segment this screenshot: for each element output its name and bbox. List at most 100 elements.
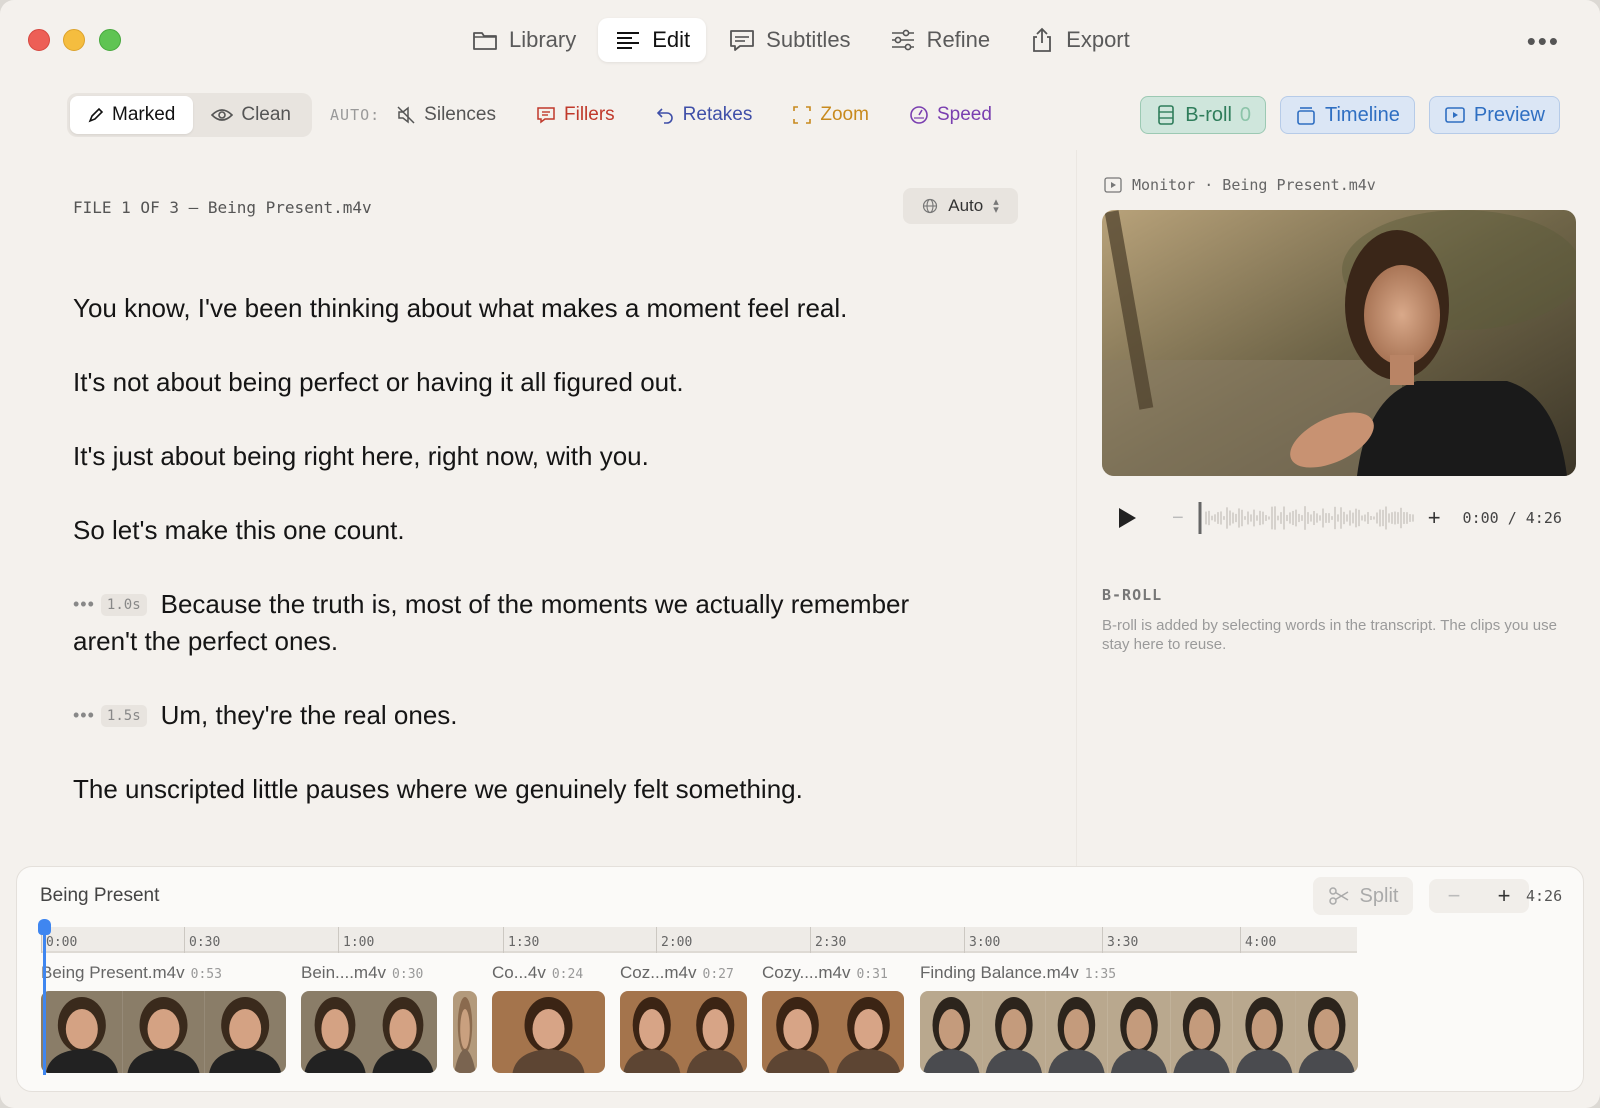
clip-duration: 1:35: [1084, 967, 1117, 982]
clip-thumbnail: [620, 991, 684, 1073]
broll-button[interactable]: B-roll 0: [1140, 96, 1267, 134]
preview-label: Preview: [1473, 103, 1545, 126]
film-icon: [1158, 105, 1175, 125]
clip-thumbnails: [920, 991, 1358, 1073]
clip-thumbnail: [492, 991, 605, 1073]
ruler-tick: 1:00: [338, 927, 374, 953]
clip-label: Bein....m4v 0:30: [301, 963, 423, 983]
silences-label: Silences: [424, 104, 496, 125]
transcript-paragraph[interactable]: It's not about being perfect or having i…: [73, 364, 973, 401]
clip-thumbnail: [41, 991, 123, 1073]
paragraph-text[interactable]: So let's make this one count.: [73, 515, 405, 545]
tab-export[interactable]: Export: [1012, 18, 1146, 62]
ruler-tick-label: 1:00: [343, 935, 375, 950]
zoom-out-waveform-button[interactable]: −: [1172, 507, 1184, 530]
monitor-label: Monitor · Being Present.m4v: [1104, 176, 1376, 194]
clip-thumbnails: [41, 991, 286, 1073]
transcript-paragraph[interactable]: ••• 1.0s Because the truth is, most of the…: [73, 586, 973, 660]
video-preview[interactable]: [1102, 210, 1576, 476]
retakes-button[interactable]: Retakes: [655, 104, 753, 126]
time-ruler[interactable]: 0:00 0:30 1:00 1:30 2:00 2:30 3:00 3:30 …: [41, 927, 1357, 953]
clip-duration: 0:53: [190, 967, 222, 982]
timeline-clip[interactable]: [920, 991, 1358, 1073]
clip-thumbnails: [492, 991, 605, 1073]
tab-label: Export: [1066, 27, 1130, 52]
clip-thumbnail: [920, 991, 983, 1073]
speed-button[interactable]: Speed: [909, 104, 992, 126]
frame-corners-icon: [793, 106, 812, 124]
clip-name: Bein....m4v: [301, 963, 387, 982]
zoom-in-waveform-button[interactable]: +: [1428, 505, 1441, 531]
zoom-button[interactable]: Zoom: [792, 104, 869, 126]
timeline-clip[interactable]: [492, 991, 605, 1073]
waveform-scrubber[interactable]: [1196, 500, 1414, 536]
fillers-label: Fillers: [564, 104, 615, 125]
lines-icon: [617, 32, 640, 49]
chevron-updown-icon: ▴ ▾: [993, 196, 999, 216]
file-header: FILE 1 OF 3 — Being Present.m4v: [73, 198, 372, 217]
minimize-window-button[interactable]: [63, 29, 85, 51]
language-select[interactable]: Auto ▴ ▾: [903, 188, 1018, 224]
split-button[interactable]: Split: [1313, 877, 1413, 915]
timeline-zoom-out-button[interactable]: −: [1448, 883, 1461, 909]
clean-button[interactable]: Clean: [193, 96, 309, 134]
transcript-paragraph[interactable]: ••• 1.5s Um, they're the real ones.: [73, 697, 973, 734]
play-button[interactable]: [1112, 503, 1142, 533]
view-mode-toggle: Marked Clean: [67, 93, 313, 137]
main-nav: Library Edit Subtitles Refine Export: [455, 18, 1146, 62]
timeline-clip[interactable]: [301, 991, 437, 1073]
fillers-button[interactable]: Fillers: [536, 104, 615, 126]
tab-label: Edit: [652, 27, 691, 52]
silences-button[interactable]: Silences: [396, 104, 496, 126]
more-options-icon[interactable]: •••: [1527, 26, 1560, 57]
tab-subtitles[interactable]: Subtitles: [712, 18, 866, 62]
timeline-clip[interactable]: [41, 991, 286, 1073]
play-box-icon: [1445, 107, 1465, 123]
clip-name: Finding Balance.m4v: [920, 963, 1079, 982]
pause-duration: 1.0s: [100, 593, 147, 616]
transcript-paragraph[interactable]: So let's make this one count.: [73, 512, 973, 549]
marked-button[interactable]: Marked: [70, 96, 194, 134]
paragraph-text[interactable]: Because the truth is, most of the moment…: [73, 589, 909, 656]
timeline-clip[interactable]: [762, 991, 904, 1073]
ellipsis-icon: •••: [73, 705, 95, 725]
zoom-window-button[interactable]: [99, 29, 121, 51]
transcript-paragraph[interactable]: It's just about being right here, right …: [73, 438, 973, 475]
preview-button[interactable]: Preview: [1428, 96, 1560, 134]
retakes-label: Retakes: [682, 104, 753, 125]
timeline-zoom-in-button[interactable]: +: [1498, 883, 1511, 909]
clip-thumbnail: [1045, 991, 1108, 1073]
panel-toggles: B-roll 0 Timeline Preview: [1140, 96, 1560, 134]
pause-marker[interactable]: ••• 1.5s: [73, 697, 147, 734]
pause-marker[interactable]: ••• 1.0s: [73, 586, 147, 623]
timecode: 0:00 / 4:26: [1462, 509, 1562, 527]
paragraph-text[interactable]: It's just about being right here, right …: [73, 441, 649, 471]
tab-edit[interactable]: Edit: [598, 18, 707, 62]
clip-thumbnail: [204, 991, 286, 1073]
transcript-text: You know, I've been thinking about what …: [73, 290, 973, 845]
clip-thumbnail: [1232, 991, 1296, 1073]
tab-refine[interactable]: Refine: [873, 18, 1007, 62]
transcript-paragraph[interactable]: You know, I've been thinking about what …: [73, 290, 973, 327]
timeline-clip[interactable]: [453, 991, 477, 1073]
playhead-handle[interactable]: [38, 919, 51, 935]
broll-description: B-roll is added by selecting words in th…: [1102, 617, 1557, 653]
paragraph-text[interactable]: The unscripted little pauses where we ge…: [73, 774, 803, 804]
paragraph-text[interactable]: Um, they're the real ones.: [161, 700, 458, 730]
timeline-clip[interactable]: [620, 991, 747, 1073]
split-label: Split: [1359, 884, 1399, 907]
clip-label: Cozy....m4v 0:31: [762, 963, 888, 983]
mute-icon: [397, 106, 415, 124]
clip-thumbnails: [762, 991, 904, 1073]
tab-library[interactable]: Library: [455, 18, 592, 62]
playhead[interactable]: [43, 925, 46, 1075]
close-window-button[interactable]: [28, 29, 50, 51]
ruler-tick: 0:30: [184, 927, 220, 953]
paragraph-text[interactable]: It's not about being perfect or having i…: [73, 367, 684, 397]
clip-label: Being Present.m4v 0:53: [41, 963, 222, 983]
clip-thumbnail: [982, 991, 1046, 1073]
timeline-button[interactable]: Timeline: [1280, 96, 1415, 134]
transcript-paragraph[interactable]: The unscripted little pauses where we ge…: [73, 771, 973, 808]
paragraph-text[interactable]: You know, I've been thinking about what …: [73, 293, 847, 323]
ruler-tick-label: 3:00: [969, 935, 1001, 950]
